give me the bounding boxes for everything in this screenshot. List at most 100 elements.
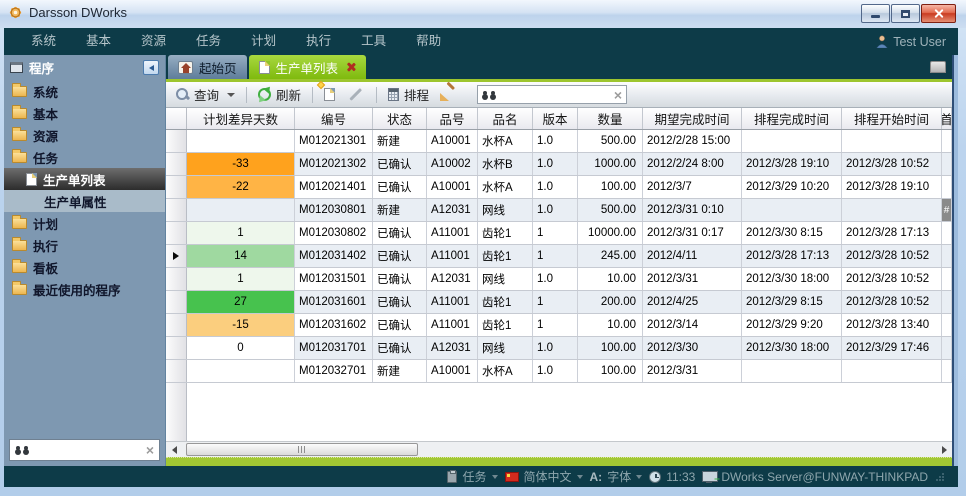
cell-expect[interactable]: 2012/3/7 bbox=[643, 176, 742, 198]
cell-no[interactable]: M012021401 bbox=[295, 176, 373, 198]
cell-ver[interactable]: 1 bbox=[533, 314, 578, 336]
sidebar-item-6[interactable]: 生产单属性 bbox=[4, 190, 165, 212]
sidebar-item-5[interactable]: 生产单列表 bbox=[4, 168, 165, 190]
sidebar-search-input[interactable] bbox=[34, 443, 141, 457]
cell-name[interactable]: 水杯A bbox=[478, 176, 533, 198]
cell-sched_end[interactable]: 2012/3/30 8:15 bbox=[742, 222, 842, 244]
cell-partial[interactable] bbox=[942, 130, 952, 152]
table-row[interactable]: M012032701新建A10001水杯A1.0100.002012/3/31 bbox=[166, 360, 952, 383]
table-row[interactable]: -22M012021401已确认A10001水杯A1.0100.002012/3… bbox=[166, 176, 952, 199]
column-header-ver[interactable]: 版本 bbox=[533, 108, 578, 129]
toolbar-search-input[interactable] bbox=[501, 88, 609, 102]
cell-partial[interactable] bbox=[942, 176, 952, 198]
cell-expect[interactable]: 2012/2/28 15:00 bbox=[643, 130, 742, 152]
sidebar-item-1[interactable]: 系统 bbox=[4, 80, 165, 102]
cell-name[interactable]: 齿轮1 bbox=[478, 291, 533, 313]
sidebar-item-4[interactable]: 任务 bbox=[4, 146, 165, 168]
cell-sched_start[interactable]: 2012/3/29 17:46 bbox=[842, 337, 942, 359]
cell-expect[interactable]: 2012/4/11 bbox=[643, 245, 742, 267]
cell-ver[interactable]: 1 bbox=[533, 245, 578, 267]
row-indicator[interactable] bbox=[166, 153, 187, 175]
cell-part[interactable]: A11001 bbox=[427, 314, 478, 336]
cell-expect[interactable]: 2012/4/25 bbox=[643, 291, 742, 313]
row-indicator[interactable] bbox=[166, 199, 187, 221]
cell-no[interactable]: M012021301 bbox=[295, 130, 373, 152]
table-row[interactable]: 0M012031701已确认A12031网线1.0100.002012/3/30… bbox=[166, 337, 952, 360]
clean-button[interactable] bbox=[437, 86, 458, 104]
cell-ver[interactable]: 1.0 bbox=[533, 199, 578, 221]
column-header-expect[interactable]: 期望完成时间 bbox=[643, 108, 742, 129]
cell-ver[interactable]: 1.0 bbox=[533, 337, 578, 359]
cell-no[interactable]: M012031501 bbox=[295, 268, 373, 290]
cell-partial[interactable] bbox=[942, 360, 952, 382]
cell-name[interactable]: 网线 bbox=[478, 199, 533, 221]
cell-name[interactable]: 水杯B bbox=[478, 153, 533, 175]
cell-sched_start[interactable] bbox=[842, 199, 942, 221]
cell-expect[interactable]: 2012/3/31 0:17 bbox=[643, 222, 742, 244]
cell-qty[interactable]: 500.00 bbox=[578, 130, 643, 152]
cell-ver[interactable]: 1.0 bbox=[533, 360, 578, 382]
edit-button[interactable] bbox=[343, 91, 368, 98]
cell-partial[interactable] bbox=[942, 314, 952, 336]
column-header-name[interactable]: 品名 bbox=[478, 108, 533, 129]
cell-diff[interactable]: 14 bbox=[187, 245, 295, 267]
sidebar-search-clear-icon[interactable]: × bbox=[146, 443, 154, 457]
resize-grip[interactable] bbox=[935, 472, 944, 481]
cell-status[interactable]: 已确认 bbox=[373, 291, 427, 313]
cell-no[interactable]: M012031701 bbox=[295, 337, 373, 359]
cell-diff[interactable]: 0 bbox=[187, 337, 295, 359]
cell-no[interactable]: M012031602 bbox=[295, 314, 373, 336]
cell-qty[interactable]: 200.00 bbox=[578, 291, 643, 313]
cell-name[interactable]: 网线 bbox=[478, 268, 533, 290]
cell-name[interactable]: 齿轮1 bbox=[478, 245, 533, 267]
cell-part[interactable]: A11001 bbox=[427, 291, 478, 313]
cell-qty[interactable]: 245.00 bbox=[578, 245, 643, 267]
scroll-left-button[interactable] bbox=[166, 442, 182, 457]
column-header-part[interactable]: 品号 bbox=[427, 108, 478, 129]
user-indicator[interactable]: Test User bbox=[876, 35, 958, 49]
scroll-right-button[interactable] bbox=[936, 442, 952, 457]
cell-ver[interactable]: 1 bbox=[533, 222, 578, 244]
cell-sched_start[interactable]: 2012/3/28 10:52 bbox=[842, 268, 942, 290]
menu-item-5[interactable]: 计划 bbox=[236, 28, 291, 55]
cell-part[interactable]: A10001 bbox=[427, 130, 478, 152]
cell-expect[interactable]: 2012/3/31 0:10 bbox=[643, 199, 742, 221]
row-indicator[interactable] bbox=[166, 314, 187, 336]
row-indicator[interactable] bbox=[166, 222, 187, 244]
tab-list-icon[interactable] bbox=[930, 61, 946, 73]
row-indicator[interactable] bbox=[166, 268, 187, 290]
query-dropdown-icon[interactable] bbox=[227, 93, 235, 97]
cell-part[interactable]: A11001 bbox=[427, 222, 478, 244]
cell-status[interactable]: 新建 bbox=[373, 199, 427, 221]
cell-status[interactable]: 新建 bbox=[373, 360, 427, 382]
scrollbar-thumb[interactable] bbox=[186, 443, 418, 456]
cell-sched_end[interactable]: 2012/3/29 10:20 bbox=[742, 176, 842, 198]
cell-no[interactable]: M012030802 bbox=[295, 222, 373, 244]
cell-name[interactable]: 水杯A bbox=[478, 130, 533, 152]
tab-production-order-list[interactable]: 生产单列表 bbox=[249, 55, 367, 79]
cell-status[interactable]: 已确认 bbox=[373, 153, 427, 175]
cell-sched_end[interactable]: 2012/3/29 9:20 bbox=[742, 314, 842, 336]
cell-partial[interactable] bbox=[942, 268, 952, 290]
cell-name[interactable]: 水杯A bbox=[478, 360, 533, 382]
cell-sched_start[interactable]: 2012/3/28 10:52 bbox=[842, 153, 942, 175]
cell-name[interactable]: 网线 bbox=[478, 337, 533, 359]
table-row[interactable]: M012030801新建A12031网线1.0500.002012/3/31 0… bbox=[166, 199, 952, 222]
cell-qty[interactable]: 10000.00 bbox=[578, 222, 643, 244]
menu-item-4[interactable]: 任务 bbox=[181, 28, 236, 55]
menu-item-3[interactable]: 资源 bbox=[126, 28, 181, 55]
table-row[interactable]: M012021301新建A10001水杯A1.0500.002012/2/28 … bbox=[166, 130, 952, 153]
cell-qty[interactable]: 10.00 bbox=[578, 268, 643, 290]
cell-qty[interactable]: 100.00 bbox=[578, 337, 643, 359]
cell-expect[interactable]: 2012/3/30 bbox=[643, 337, 742, 359]
cell-ver[interactable]: 1.0 bbox=[533, 130, 578, 152]
cell-ver[interactable]: 1.0 bbox=[533, 176, 578, 198]
cell-sched_start[interactable]: 2012/3/28 10:52 bbox=[842, 245, 942, 267]
cell-diff[interactable] bbox=[187, 130, 295, 152]
new-button[interactable] bbox=[321, 86, 338, 103]
cell-sched_start[interactable] bbox=[842, 130, 942, 152]
cell-partial[interactable] bbox=[942, 245, 952, 267]
cell-diff[interactable]: 27 bbox=[187, 291, 295, 313]
cell-status[interactable]: 已确认 bbox=[373, 337, 427, 359]
cell-ver[interactable]: 1 bbox=[533, 291, 578, 313]
